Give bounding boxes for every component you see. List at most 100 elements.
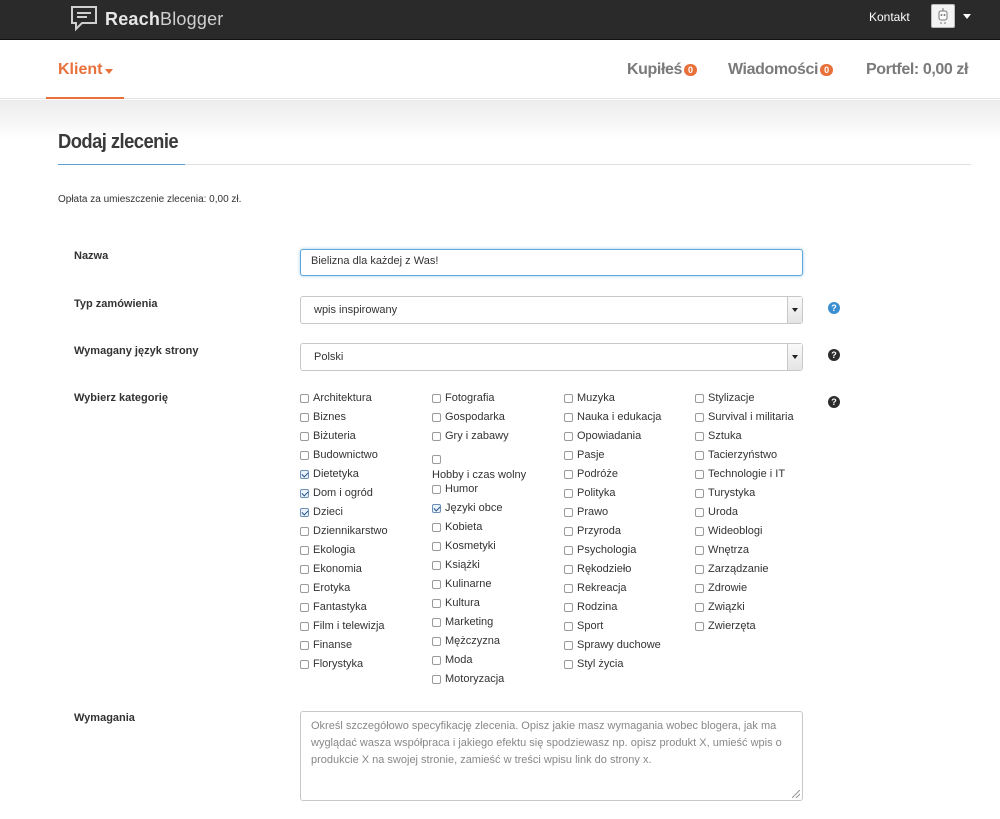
category-checkbox[interactable]: Rękodzieło <box>564 563 631 575</box>
category-checkbox[interactable]: Moda <box>432 654 473 666</box>
category-checkbox[interactable]: Dziennikarstwo <box>300 525 388 537</box>
category-checkbox[interactable]: Erotyka <box>300 582 350 594</box>
order-type-help-icon[interactable]: ? <box>828 302 840 314</box>
category-checkbox[interactable]: Prawo <box>564 506 608 518</box>
category-checkbox[interactable]: Fantastyka <box>300 601 367 613</box>
category-checkbox[interactable]: Motoryzacja <box>432 673 504 685</box>
checkbox-icon[interactable] <box>432 674 441 684</box>
checkbox-icon[interactable] <box>432 655 441 665</box>
checkbox-icon[interactable] <box>695 602 704 612</box>
checkbox-icon[interactable] <box>564 393 573 403</box>
checkbox-icon[interactable] <box>432 393 441 403</box>
checkbox-icon[interactable] <box>695 488 704 498</box>
checkbox-icon[interactable] <box>300 659 309 669</box>
category-checkbox[interactable]: Zdrowie <box>695 582 747 594</box>
category-checkbox[interactable]: Przyroda <box>564 525 621 537</box>
checkbox-checked-icon[interactable] <box>300 469 309 479</box>
category-help-icon[interactable]: ? <box>828 396 840 408</box>
category-checkbox[interactable]: Pasje <box>564 449 605 461</box>
checkbox-checked-icon[interactable] <box>432 503 441 513</box>
category-checkbox[interactable]: Mężczyzna <box>432 635 500 647</box>
checkbox-checked-icon[interactable] <box>300 507 309 517</box>
category-checkbox[interactable]: Rodzina <box>564 601 617 613</box>
category-checkbox[interactable]: Gry i zabawy <box>432 430 509 442</box>
category-checkbox[interactable]: Biżuteria <box>300 430 356 442</box>
category-checkbox[interactable]: Sprawy duchowe <box>564 639 661 651</box>
checkbox-icon[interactable] <box>564 526 573 536</box>
requirements-textarea[interactable]: Określ szczegółowo specyfikację zlecenia… <box>300 711 803 801</box>
checkbox-icon[interactable] <box>300 583 309 593</box>
checkbox-icon[interactable] <box>300 640 309 650</box>
category-checkbox[interactable]: Dietetyka <box>300 468 359 480</box>
name-input[interactable]: Bielizna dla każdej z Was! <box>300 249 803 276</box>
user-menu-caret-icon[interactable] <box>963 14 971 19</box>
resize-handle-icon[interactable] <box>792 790 800 798</box>
checkbox-icon[interactable] <box>300 545 309 555</box>
category-checkbox[interactable]: Ekologia <box>300 544 355 556</box>
checkbox-icon[interactable] <box>432 636 441 646</box>
category-checkbox[interactable]: Związki <box>695 601 745 613</box>
checkbox-icon[interactable] <box>432 598 441 608</box>
language-select[interactable]: Polski <box>300 343 803 371</box>
category-checkbox[interactable]: Nauka i edukacja <box>564 411 661 423</box>
category-checkbox[interactable]: Biznes <box>300 411 346 423</box>
category-checkbox[interactable]: Styl życia <box>564 658 623 670</box>
checkbox-icon[interactable] <box>300 602 309 612</box>
checkbox-icon[interactable] <box>564 488 573 498</box>
checkbox-icon[interactable] <box>564 450 573 460</box>
category-checkbox[interactable]: Dom i ogród <box>300 487 373 499</box>
category-checkbox[interactable]: Budownictwo <box>300 449 378 461</box>
category-checkbox[interactable]: Turystyka <box>695 487 755 499</box>
category-checkbox[interactable]: Kultura <box>432 597 480 609</box>
category-checkbox[interactable]: Ekonomia <box>300 563 362 575</box>
checkbox-icon[interactable] <box>695 431 704 441</box>
category-checkbox[interactable]: Sport <box>564 620 603 632</box>
category-checkbox[interactable]: Opowiadania <box>564 430 641 442</box>
category-checkbox[interactable]: Gospodarka <box>432 411 505 423</box>
user-avatar[interactable] <box>931 4 955 28</box>
category-checkbox[interactable]: Wideoblogi <box>695 525 762 537</box>
checkbox-icon[interactable] <box>695 469 704 479</box>
checkbox-icon[interactable] <box>564 412 573 422</box>
checkbox-icon[interactable] <box>432 484 441 494</box>
category-checkbox[interactable]: Psychologia <box>564 544 636 556</box>
language-help-icon[interactable]: ? <box>828 349 840 361</box>
brand-logo[interactable]: ReachBlogger <box>70 5 223 33</box>
checkbox-icon[interactable] <box>564 583 573 593</box>
checkbox-icon[interactable] <box>564 469 573 479</box>
category-checkbox[interactable]: Architektura <box>300 392 372 404</box>
checkbox-icon[interactable] <box>300 393 309 403</box>
category-checkbox[interactable]: Film i telewizja <box>300 620 385 632</box>
category-checkbox[interactable]: Kulinarne <box>432 578 491 590</box>
checkbox-icon[interactable] <box>300 412 309 422</box>
checkbox-icon[interactable] <box>300 450 309 460</box>
checkbox-icon[interactable] <box>300 564 309 574</box>
checkbox-icon[interactable] <box>695 412 704 422</box>
category-checkbox[interactable]: Muzyka <box>564 392 615 404</box>
checkbox-icon[interactable] <box>432 455 441 464</box>
category-checkbox[interactable]: Finanse <box>300 639 352 651</box>
checkbox-icon[interactable] <box>300 526 309 536</box>
category-checkbox[interactable]: Zarządzanie <box>695 563 769 575</box>
wallet-link[interactable]: Portfel: 0,00 zł <box>866 61 968 79</box>
checkbox-icon[interactable] <box>432 541 441 551</box>
checkbox-icon[interactable] <box>564 640 573 650</box>
category-checkbox[interactable]: Survival i militaria <box>695 411 794 423</box>
category-checkbox[interactable]: Hobby i czas wolny <box>432 455 526 481</box>
checkbox-icon[interactable] <box>564 431 573 441</box>
bought-link[interactable]: Kupiłeś 0 <box>627 61 698 79</box>
category-checkbox[interactable]: Stylizacje <box>695 392 754 404</box>
checkbox-icon[interactable] <box>695 450 704 460</box>
category-checkbox[interactable]: Kosmetyki <box>432 540 496 552</box>
checkbox-icon[interactable] <box>300 621 309 631</box>
category-checkbox[interactable]: Dzieci <box>300 506 343 518</box>
checkbox-icon[interactable] <box>695 545 704 555</box>
category-checkbox[interactable]: Fotografia <box>432 392 495 404</box>
category-checkbox[interactable]: Humor <box>432 483 478 495</box>
category-checkbox[interactable]: Polityka <box>564 487 616 499</box>
checkbox-icon[interactable] <box>695 621 704 631</box>
checkbox-icon[interactable] <box>695 393 704 403</box>
category-checkbox[interactable]: Zwierzęta <box>695 620 756 632</box>
checkbox-icon[interactable] <box>695 583 704 593</box>
category-checkbox[interactable]: Wnętrza <box>695 544 749 556</box>
